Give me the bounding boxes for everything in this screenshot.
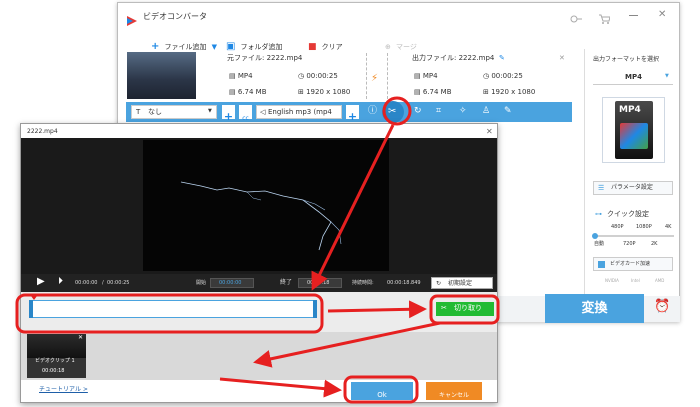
annotation-overlay (15, 96, 500, 404)
arrow-to-ok-button (219, 377, 342, 398)
highlight-ok-button (343, 375, 419, 404)
highlight-trim-bar (15, 293, 324, 334)
arrow-to-cut-button (327, 300, 427, 319)
highlight-cut-tool (382, 96, 412, 126)
highlight-cut-button (429, 294, 500, 325)
arrow-to-clip-list (253, 321, 441, 368)
arrow-to-timeline (311, 124, 395, 291)
